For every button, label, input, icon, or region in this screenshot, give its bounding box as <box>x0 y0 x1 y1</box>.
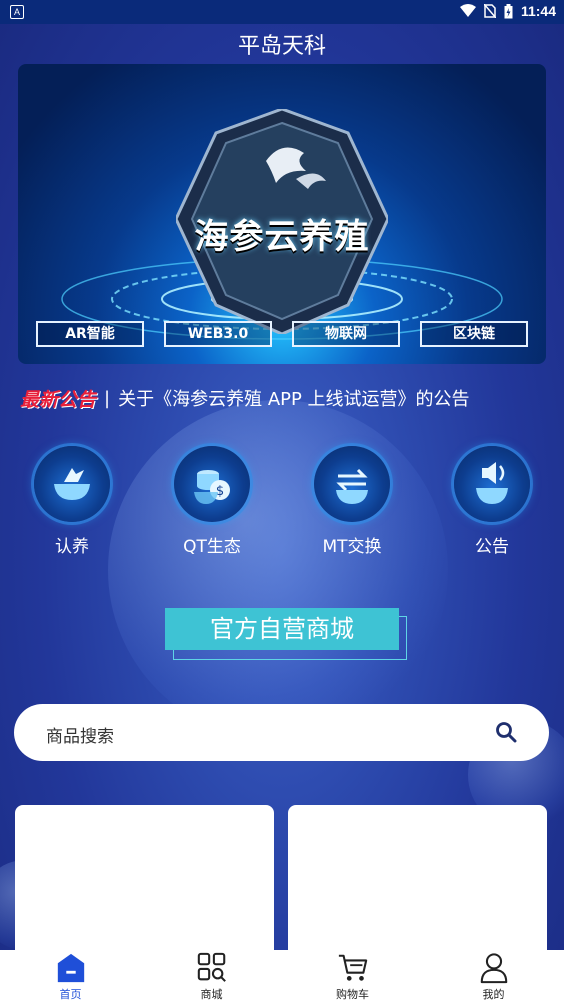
mall-section-title: 官方自营商城 <box>165 608 399 650</box>
quick-action-adopt[interactable]: 认养 <box>22 446 122 557</box>
tab-cart[interactable]: 购物车 <box>303 950 403 1002</box>
hero-banner[interactable]: 海参云养殖 AR智能 WEB3.0 物联网 区块链 <box>18 64 546 364</box>
quick-actions: 认养 $ QT生态 MT交换 公告 <box>22 446 542 557</box>
page-title: 平岛天科 <box>237 34 326 59</box>
announcement-bar[interactable]: 最新公告 | 关于《海参云养殖 APP 上线试运营》的公告 <box>20 384 550 412</box>
speaker-icon <box>454 446 530 522</box>
home-icon <box>57 953 84 983</box>
quick-action-label: 公告 <box>475 537 509 557</box>
tab-profile[interactable]: 我的 <box>444 950 544 1002</box>
quick-action-label: QT生态 <box>183 537 241 557</box>
tab-label: 我的 <box>482 988 505 1001</box>
tab-label: 首页 <box>59 988 82 1001</box>
banner-tag: 物联网 <box>292 321 400 347</box>
quick-action-notice[interactable]: 公告 <box>442 446 542 557</box>
search-input[interactable]: 商品搜索 <box>46 722 114 747</box>
banner-tag: AR智能 <box>36 321 144 347</box>
tab-label: 购物车 <box>336 988 369 1001</box>
status-bar: A 11:44 <box>0 0 564 24</box>
announcement-separator: | <box>104 387 111 409</box>
search-icon[interactable] <box>495 721 517 743</box>
coin-icon: $ <box>174 446 250 522</box>
quick-action-label: 认养 <box>55 537 89 557</box>
product-search-bar[interactable]: 商品搜索 <box>14 704 549 761</box>
notification-icon: A <box>10 5 24 19</box>
announcement-label: 最新公告 <box>20 388 97 411</box>
quick-action-qt[interactable]: $ QT生态 <box>162 446 262 557</box>
exchange-icon <box>314 446 390 522</box>
product-card[interactable] <box>288 805 547 965</box>
banner-tags: AR智能 WEB3.0 物联网 区块链 <box>36 321 528 347</box>
tab-home[interactable]: 首页 <box>21 950 121 1002</box>
banner-headline: 海参云养殖 <box>194 217 370 257</box>
product-card[interactable] <box>15 805 274 965</box>
bottom-tab-bar: 首页 商城 购物车 我的 <box>0 950 564 1002</box>
user-icon <box>480 953 507 984</box>
mall-icon <box>197 952 226 982</box>
tab-mall[interactable]: 商城 <box>162 950 262 1002</box>
banner-tag: 区块链 <box>420 321 528 347</box>
svg-text:$: $ <box>216 484 224 499</box>
wifi-icon <box>459 4 476 17</box>
no-sim-icon <box>483 4 496 18</box>
quick-action-mt[interactable]: MT交换 <box>302 446 402 557</box>
app-screen: A 11:44 平岛天科 海参云养殖 AR智能 WEB3.0 物联网 区块链 最… <box>0 0 564 1002</box>
tab-label: 商城 <box>200 988 223 1001</box>
banner-tag: WEB3.0 <box>164 321 272 347</box>
status-time: 11:44 <box>520 3 556 19</box>
announcement-text[interactable]: 关于《海参云养殖 APP 上线试运营》的公告 <box>118 385 469 411</box>
quick-action-label: MT交换 <box>322 537 382 557</box>
cart-icon <box>338 954 367 981</box>
battery-icon <box>504 3 513 18</box>
adopt-icon <box>34 446 110 522</box>
